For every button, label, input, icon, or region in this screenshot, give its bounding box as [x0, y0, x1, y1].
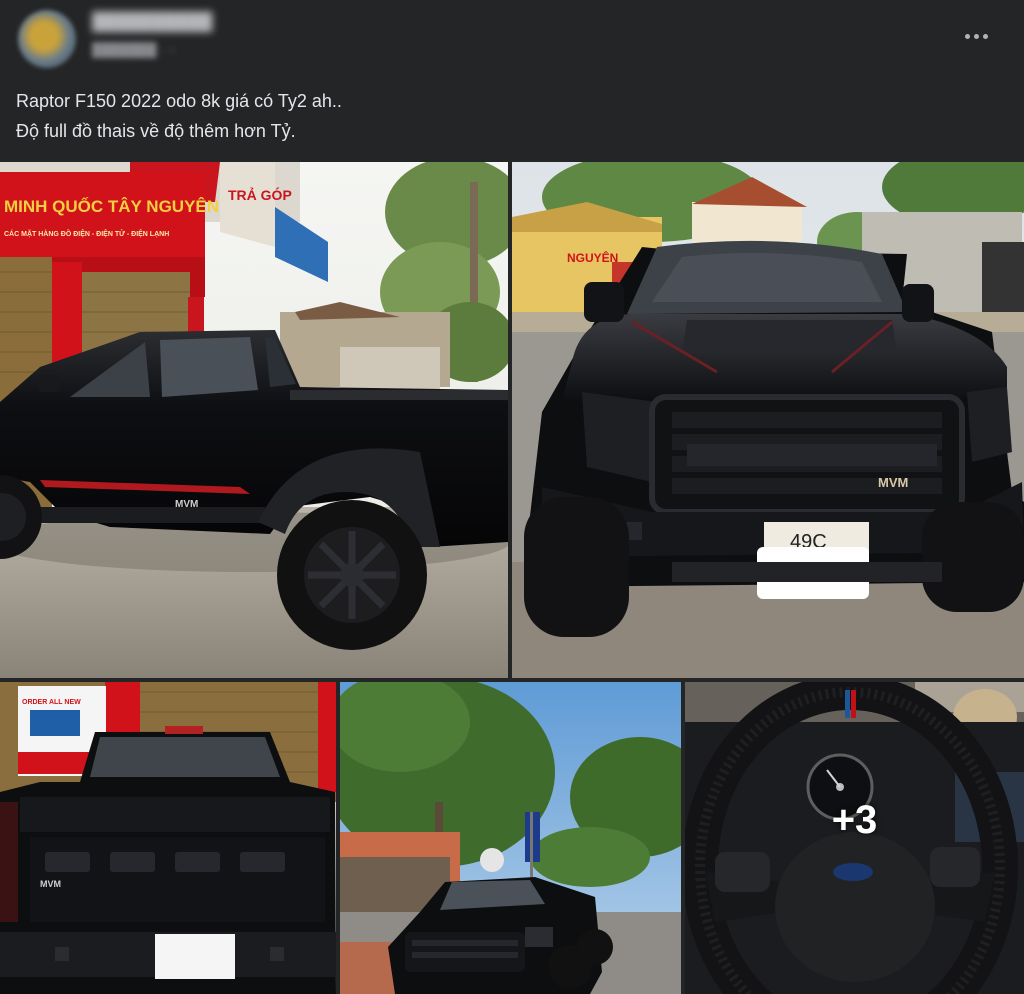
caption-line-2: Độ full đồ thais về độ thêm hơn Tỷ.	[16, 121, 296, 141]
post-photo-4[interactable]	[340, 682, 681, 994]
ellipsis-icon-dot	[982, 33, 988, 39]
post-photo-1[interactable]: TRẢ GÓP MINH QUỐC TÂY NGUYÊN CÁC MẶT HÀN…	[0, 162, 508, 678]
ellipsis-icon-dot	[973, 33, 979, 39]
more-options-button[interactable]	[952, 18, 1000, 54]
author-avatar[interactable]	[18, 10, 76, 68]
tv-banner-text: ORDER ALL NEW	[22, 699, 81, 706]
caption-line-1: Raptor F150 2022 odo 8k giá có Ty2 ah..	[16, 91, 342, 111]
building-sign-text: NGUYÊN	[567, 250, 618, 265]
truck-side-view-image: TRẢ GÓP MINH QUỐC TÂY NGUYÊN CÁC MẶT HÀN…	[0, 162, 508, 678]
truck-front-view-image: NGUYÊN MVM 49C	[512, 162, 1024, 678]
truck-rear-view-image: ORDER ALL NEW MVM	[0, 682, 336, 994]
ellipsis-icon	[964, 33, 970, 39]
post-photo-3[interactable]: ORDER ALL NEW MVM	[0, 682, 336, 994]
post-header: ██████████ ███████ · ◌	[0, 0, 1024, 78]
post-photo-5[interactable]: +3	[685, 682, 1024, 994]
shop-sign-text: MINH QUỐC TÂY NGUYÊN	[4, 196, 219, 216]
truck-street-view-image	[340, 682, 681, 994]
facebook-post: ██████████ ███████ · ◌ Raptor F150 2022 …	[0, 0, 1024, 994]
post-caption: Raptor F150 2022 odo 8k giá có Ty2 ah.. …	[16, 86, 1006, 146]
more-photos-overlay[interactable]: +3	[685, 682, 1024, 994]
mvm-grille-badge-text: MVM	[878, 475, 908, 490]
author-name-blurred[interactable]: ██████████	[92, 12, 212, 34]
post-photo-2[interactable]: NGUYÊN MVM 49C	[512, 162, 1024, 678]
tailgate-badge-text: MVM	[40, 879, 61, 889]
more-photos-count: +3	[831, 797, 878, 842]
post-meta-blurred: ███████ · ◌	[92, 42, 176, 57]
sign-partial-text: TRẢ GÓP	[228, 186, 292, 203]
